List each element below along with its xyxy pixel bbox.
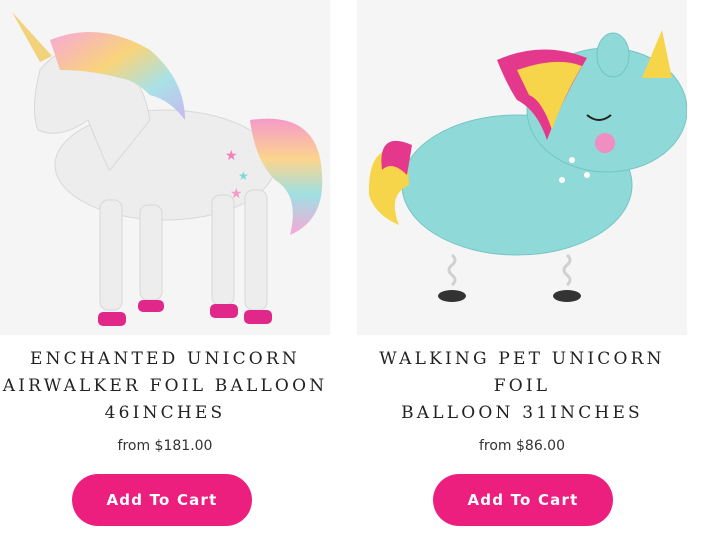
add-to-cart-button[interactable]: Add To Cart [433, 474, 613, 526]
svg-text:★: ★ [230, 186, 243, 202]
product-price: from $86.00 [478, 438, 566, 454]
product-image[interactable] [357, 0, 687, 335]
product-card: WALKING PET UNICORN FOIL BALLOON 31INCHE… [357, 0, 687, 549]
product-price: from $181.00 [117, 438, 213, 454]
product-card: ★ ★ ★ ENCHANTED UNICORN AIRWALKER FOIL B… [0, 0, 330, 549]
product-title[interactable]: ENCHANTED UNICORN AIRWALKER FOIL BALLOON… [0, 346, 330, 427]
product-image[interactable]: ★ ★ ★ [0, 0, 330, 335]
mint-unicorn-walking-pet-image [368, 30, 687, 302]
add-to-cart-button[interactable]: Add To Cart [72, 474, 252, 526]
svg-text:★: ★ [225, 148, 238, 164]
white-rainbow-unicorn-airwalker-image: ★ ★ ★ [12, 12, 323, 326]
product-title[interactable]: WALKING PET UNICORN FOIL BALLOON 31INCHE… [357, 346, 687, 427]
svg-text:★: ★ [238, 169, 249, 183]
